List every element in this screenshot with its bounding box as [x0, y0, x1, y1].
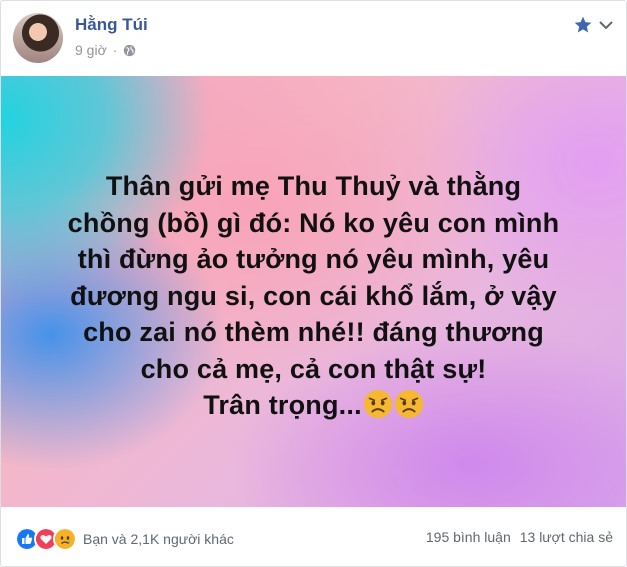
post-header: Hằng Túi 9 giờ ·: [11, 9, 616, 69]
message-line: Trân trọng...: [203, 390, 362, 420]
message-line: cho zai nó thèm nhé!! đáng thương: [83, 317, 544, 347]
post-footer: Bạn và 2,1K người khác 195 bình luận 13 …: [1, 507, 626, 566]
frowning-face-emoji: [363, 389, 392, 419]
post-message: Thân gửi mẹ Thu Thuỷ và thằng chồng (bồ)…: [41, 168, 586, 424]
comments-count[interactable]: 195 bình luận: [426, 529, 511, 545]
post-background: Thân gửi mẹ Thu Thuỷ và thằng chồng (bồ)…: [1, 76, 626, 507]
post-card: Hằng Túi 9 giờ · Thân gửi mẹ Thu Thuỷ và…: [0, 0, 627, 567]
post-time[interactable]: 9 giờ: [75, 42, 107, 58]
reactions-text[interactable]: Bạn và 2,1K người khác: [83, 531, 234, 547]
chevron-down-icon[interactable]: [596, 17, 616, 33]
engagement-counts: 195 bình luận 13 lượt chia sẻ: [426, 529, 613, 545]
reactions-summary[interactable]: Bạn và 2,1K người khác: [15, 527, 234, 551]
author-avatar[interactable]: [13, 13, 63, 63]
meta-separator: ·: [112, 42, 118, 58]
message-line: đương ngu si, con cái khổ lắm, ở vậy: [70, 280, 557, 311]
author-name[interactable]: Hằng Túi: [75, 15, 148, 35]
post-meta: 9 giờ ·: [75, 42, 136, 58]
message-line: chồng (bồ) gì đó: Nó ko yêu con mình: [67, 207, 560, 238]
sad-reaction-icon: [53, 527, 77, 551]
message-line: thì đừng ảo tưởng nó yêu mình, yêu: [77, 244, 550, 274]
message-line: cho cả mẹ, cả con thật sự!: [140, 353, 487, 384]
globe-icon[interactable]: [123, 44, 136, 57]
message-line-last: Trân trọng...: [41, 387, 586, 424]
message-line: Thân gửi mẹ Thu Thuỷ và thằng: [105, 171, 522, 201]
star-icon[interactable]: [573, 15, 593, 35]
shares-count[interactable]: 13 lượt chia sẻ: [520, 529, 613, 545]
frowning-face-emoji: [394, 389, 423, 419]
